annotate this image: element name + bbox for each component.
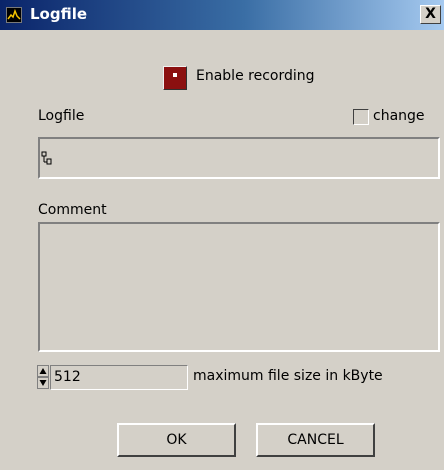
- comment-label: Comment: [38, 202, 107, 218]
- title-bar[interactable]: Logfile X: [0, 0, 444, 30]
- change-label: change: [373, 108, 425, 124]
- logfile-label: Logfile: [38, 108, 85, 124]
- window-title: Logfile: [30, 5, 88, 23]
- max-size-input[interactable]: 512: [50, 365, 188, 390]
- enable-recording-button[interactable]: [163, 66, 187, 90]
- waveform-icon: [6, 7, 22, 23]
- comment-textarea[interactable]: [38, 222, 440, 352]
- close-button[interactable]: X: [420, 5, 441, 24]
- cancel-button[interactable]: CANCEL: [256, 423, 375, 457]
- ok-button[interactable]: OK: [117, 423, 236, 457]
- record-indicator-icon: [173, 73, 177, 77]
- logfile-path-field[interactable]: [38, 137, 440, 179]
- size-spinner-icon[interactable]: [37, 365, 49, 389]
- logfile-dialog: Logfile X Enable recording Logfile chang…: [0, 0, 444, 470]
- folder-tree-icon[interactable]: [41, 151, 53, 165]
- change-checkbox[interactable]: [353, 109, 369, 125]
- max-size-label: maximum file size in kByte: [193, 368, 383, 384]
- enable-recording-label: Enable recording: [196, 68, 315, 84]
